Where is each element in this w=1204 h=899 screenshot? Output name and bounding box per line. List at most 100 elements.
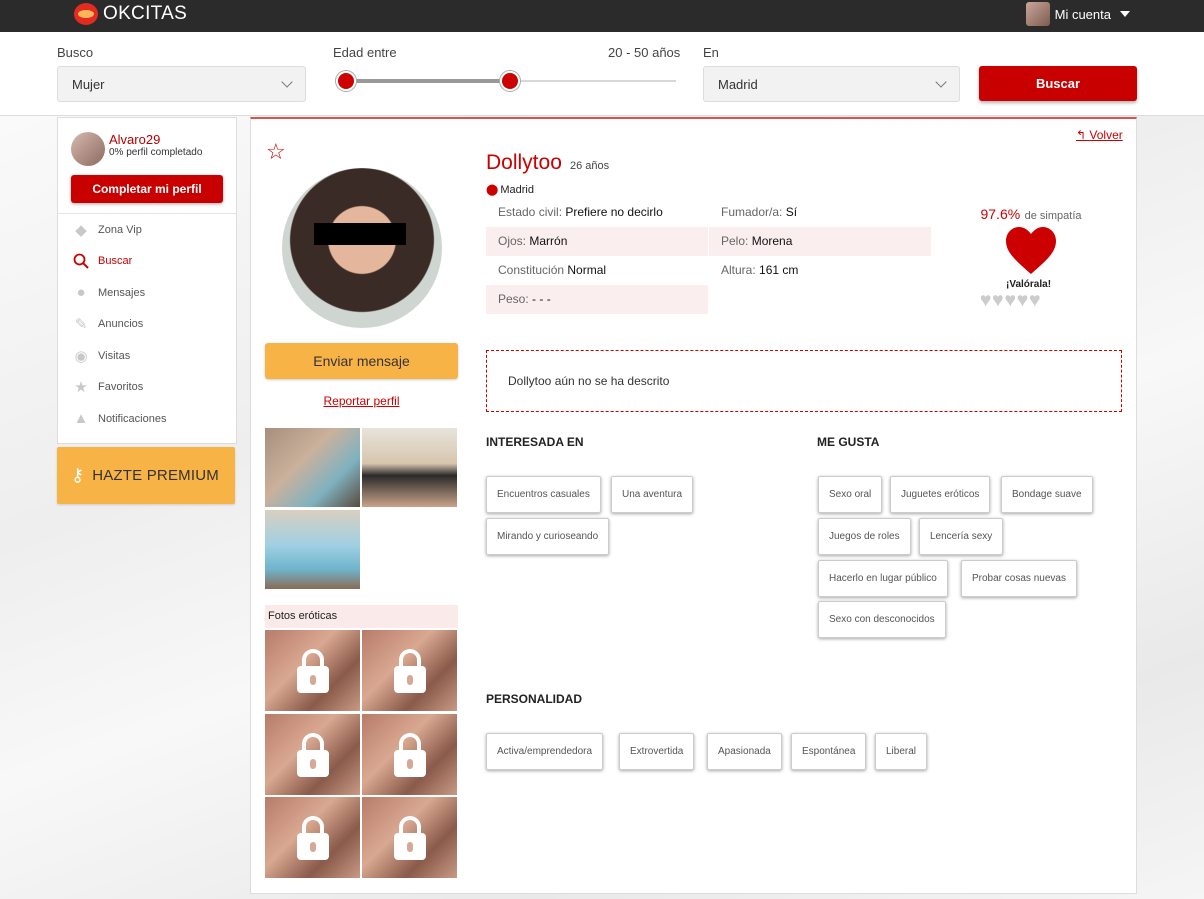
likes-title: ME GUSTA (817, 435, 880, 449)
favorite-star-icon[interactable]: ☆ (266, 139, 286, 165)
rating-hearts[interactable]: ♥ ♥ ♥ ♥ ♥ (980, 291, 1040, 310)
interest-tag: Mirando y curioseando (486, 518, 610, 555)
attr-fumador: Fumador/a: Sí (721, 205, 798, 219)
premium-button[interactable]: ⚷ HAZTE PREMIUM (57, 447, 235, 504)
sympathy-score: 97.6% de simpatía (975, 206, 1087, 224)
chevron-down-icon (1120, 11, 1130, 17)
diamond-icon: ◆ (75, 221, 87, 239)
brand-name: OKCITAS (103, 3, 188, 24)
report-profile-link[interactable]: Reportar perfil (265, 394, 458, 408)
rating-heart-icon[interactable]: ♥ (1017, 291, 1028, 310)
age-min-handle[interactable] (336, 71, 356, 91)
pin-icon: ✎ (74, 316, 88, 334)
account-label: Mi cuenta (1054, 6, 1111, 22)
sidebar-item-mensajes[interactable]: ● Mensajes (58, 277, 236, 309)
like-tag: Juguetes eróticos (890, 476, 991, 513)
username[interactable]: Alvaro29 (109, 132, 202, 147)
attr-constitucion: Constitución Normal (498, 263, 607, 277)
rating-heart-icon[interactable]: ♥ (980, 291, 991, 310)
age-max-handle[interactable] (500, 71, 520, 91)
rate-label: ¡Valórala! (1006, 279, 1052, 290)
account-avatar (1025, 2, 1050, 26)
age-slider-fill (346, 79, 511, 83)
location-label: Madrid (500, 184, 534, 196)
erotic-photos-title: Fotos eróticas (265, 605, 458, 628)
sidebar-menu: ◆ Zona Vip Buscar ● Mensajes ✎ Anuncios … (58, 213, 236, 435)
privacy-bar (314, 223, 406, 245)
like-tag: Hacerlo en lugar público (818, 560, 948, 597)
heart-icon (1006, 227, 1056, 274)
location-select[interactable]: Madrid (703, 66, 960, 102)
interested-title: INTERESADA EN (486, 435, 584, 449)
personality-tag: Espontánea (791, 733, 867, 770)
user-summary[interactable]: Alvaro29 0% perfil completado (71, 132, 202, 166)
rating-heart-icon[interactable]: ♥ (1005, 291, 1016, 310)
chevron-down-icon (281, 76, 293, 88)
location-value: Madrid (718, 77, 758, 92)
busco-select[interactable]: Mujer (57, 66, 306, 102)
lock-icon (393, 732, 426, 777)
like-tag: Sexo con desconocidos (818, 601, 946, 638)
locked-photo[interactable] (265, 714, 360, 795)
profile-completion: 0% perfil completado (109, 147, 203, 158)
chat-icon: ● (76, 284, 86, 302)
sidebar-item-favoritos[interactable]: ★ Favoritos (58, 372, 236, 404)
personality-tag: Apasionada (707, 733, 782, 770)
en-label: En (703, 45, 719, 60)
brand-logo[interactable]: OKCITAS (74, 3, 187, 25)
logo-icon (74, 3, 98, 25)
photo-thumbnail[interactable] (265, 510, 360, 589)
sidebar-item-anuncios[interactable]: ✎ Anuncios (58, 309, 236, 341)
photo-thumbnail[interactable] (362, 428, 457, 507)
eye-icon: ◉ (74, 347, 88, 365)
sidebar-item-notificaciones[interactable]: ▲ Notificaciones (58, 403, 236, 435)
sidebar-item-buscar[interactable]: Buscar (58, 246, 236, 278)
profile-description: Dollytoo aún no se ha descrito (486, 350, 1122, 412)
locked-photo[interactable] (362, 630, 457, 711)
attr-estado-civil: Estado civil: Prefiere no decirlo (498, 205, 663, 219)
busco-label: Busco (57, 45, 94, 60)
top-bar: OKCITAS Mi cuenta (0, 0, 1204, 32)
personality-tag: Extrovertida (619, 733, 695, 770)
locked-photo[interactable] (265, 797, 360, 878)
lock-icon (393, 815, 426, 860)
sidebar-item-label: Mensajes (98, 286, 146, 299)
sidebar-item-label: Anuncios (98, 318, 144, 331)
sidebar: Alvaro29 0% perfil completado Completar … (57, 117, 237, 444)
key-icon: ⚷ (71, 465, 85, 485)
profile-age: 26 años (570, 160, 610, 172)
photo-thumbnail[interactable] (265, 428, 360, 507)
premium-label: HAZTE PREMIUM (92, 467, 219, 484)
profile-photo[interactable] (282, 168, 442, 328)
locked-photo[interactable] (362, 714, 457, 795)
attr-peso: Peso: - - - (486, 285, 708, 314)
busco-value: Mujer (72, 77, 105, 92)
personality-tag: Activa/emprendedora (486, 733, 604, 770)
back-link[interactable]: ↰ Volver (1076, 128, 1123, 142)
edad-range: 20 - 50 años (608, 45, 681, 60)
sympathy-label: de simpatía (1024, 210, 1082, 222)
like-tag: Bondage suave (1001, 476, 1093, 513)
send-message-button[interactable]: Enviar mensaje (265, 343, 458, 379)
like-tag: Probar cosas nuevas (961, 560, 1077, 597)
attr-pelo: Pelo: Morena (709, 227, 931, 256)
sidebar-item-label: Notificaciones (98, 412, 167, 425)
complete-profile-button[interactable]: Completar mi perfil (71, 175, 223, 203)
star-icon: ★ (74, 379, 88, 397)
bell-icon: ▲ (73, 410, 89, 428)
rating-heart-icon[interactable]: ♥ (1029, 291, 1040, 310)
back-label: Volver (1089, 128, 1123, 142)
account-menu[interactable]: Mi cuenta (1025, 2, 1130, 26)
profile-name: Dollytoo (486, 151, 562, 174)
interest-tag: Encuentros casuales (486, 476, 601, 513)
locked-photo[interactable] (265, 630, 360, 711)
sidebar-item-visitas[interactable]: ◉ Visitas (58, 340, 236, 372)
sidebar-item-label: Favoritos (98, 381, 144, 394)
sidebar-item-zona-vip[interactable]: ◆ Zona Vip (58, 214, 236, 246)
locked-photo[interactable] (362, 797, 457, 878)
lock-icon (393, 648, 426, 693)
rating-heart-icon[interactable]: ♥ (992, 291, 1003, 310)
search-button[interactable]: Buscar (979, 66, 1137, 101)
lock-icon (296, 815, 329, 860)
edad-label: Edad entre (333, 45, 397, 60)
